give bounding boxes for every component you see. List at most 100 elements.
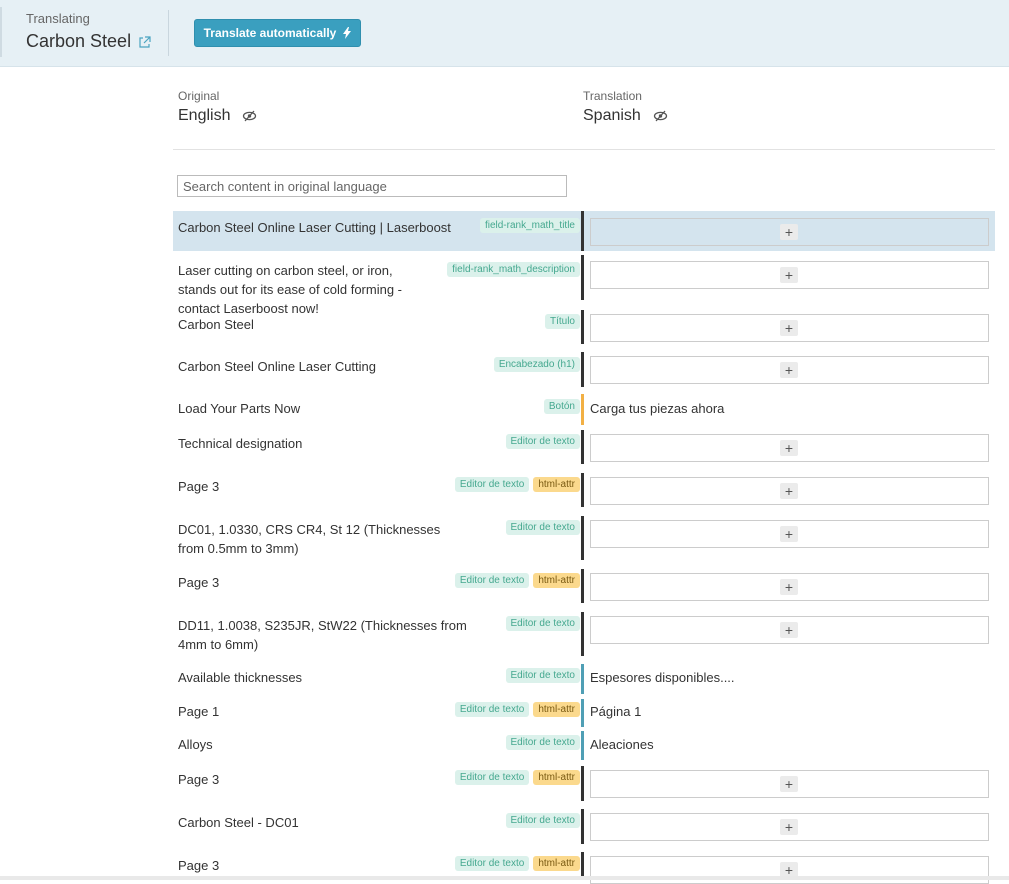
source-text: Page 3 xyxy=(178,575,220,590)
translation-status-bar xyxy=(581,310,584,344)
translation-field[interactable]: + xyxy=(590,477,989,505)
translation-field[interactable]: + xyxy=(590,520,989,548)
field-type-badge: Editor de texto xyxy=(505,434,580,449)
add-translation-button[interactable]: + xyxy=(780,579,798,595)
source-text: Alloys xyxy=(178,737,213,752)
string-row[interactable]: Page 3 Editor de texto html-attr + xyxy=(173,852,995,884)
source-text: Technical designation xyxy=(178,436,303,451)
header-divider-line xyxy=(173,149,995,150)
field-type-badge: field-rank_math_description xyxy=(447,262,580,277)
field-type-badge: Editor de texto xyxy=(505,520,580,535)
translation-field[interactable]: + xyxy=(590,314,989,342)
translation-status-bar xyxy=(581,766,584,801)
source-cell: Laser cutting on carbon steel, or iron, … xyxy=(178,255,580,316)
translation-field[interactable]: + xyxy=(590,261,989,289)
translation-field[interactable]: + xyxy=(590,356,989,384)
eye-slash-icon[interactable] xyxy=(242,110,257,122)
field-type-badge: Editor de texto xyxy=(454,856,530,871)
string-row[interactable]: Carbon Steel Online Laser Cutting Encabez… xyxy=(173,352,995,387)
add-translation-button[interactable]: + xyxy=(780,819,798,835)
external-link-icon[interactable] xyxy=(138,36,151,49)
string-row[interactable]: Available thicknesses Editor de texto Espe… xyxy=(173,664,995,694)
string-row[interactable]: DD11, 1.0038, S235JR, StW22 (Thicknesses… xyxy=(173,612,995,656)
source-cell: Page 1 Editor de texto html-attr xyxy=(178,699,580,727)
field-tags: Editor de texto xyxy=(505,616,580,631)
string-row[interactable]: Page 3 Editor de texto html-attr + xyxy=(173,473,995,507)
source-text: DC01, 1.0330, CRS CR4, St 12 (Thicknesse… xyxy=(178,522,441,556)
source-cell: Carbon Steel Online Laser Cutting | Lase… xyxy=(178,211,580,251)
original-language-header: Original English xyxy=(178,89,257,125)
source-cell: Load Your Parts Now Botón xyxy=(178,394,580,425)
source-text: Carbon Steel Online Laser Cutting xyxy=(178,359,377,374)
string-row[interactable]: Page 3 Editor de texto html-attr + xyxy=(173,569,995,603)
translation-language-header: Translation Spanish xyxy=(583,89,668,125)
field-tags: Título xyxy=(544,314,580,329)
source-text: Carbon Steel Online Laser Cutting | Lase… xyxy=(178,220,451,235)
page-title-text: Carbon Steel xyxy=(26,31,132,51)
add-translation-button[interactable]: + xyxy=(780,622,798,638)
translation-field[interactable]: + xyxy=(590,770,989,798)
translation-status-bar xyxy=(581,211,584,251)
html-attr-badge: html-attr xyxy=(533,573,580,588)
string-row[interactable]: Carbon Steel - DC01 Editor de texto + xyxy=(173,809,995,844)
string-row[interactable]: Page 1 Editor de texto html-attr Página 1 xyxy=(173,699,995,727)
translation-text[interactable]: Carga tus piezas ahora xyxy=(590,399,724,418)
html-attr-badge: html-attr xyxy=(533,702,580,717)
translation-field[interactable]: + xyxy=(590,813,989,841)
source-text: Page 3 xyxy=(178,858,220,873)
translation-status-bar xyxy=(581,699,584,727)
field-type-badge: Editor de texto xyxy=(505,813,580,828)
source-cell: Page 3 Editor de texto html-attr xyxy=(178,473,580,507)
string-row[interactable]: Page 3 Editor de texto html-attr + xyxy=(173,766,995,801)
add-translation-button[interactable]: + xyxy=(780,267,798,283)
source-text: Available thicknesses xyxy=(178,670,303,685)
add-translation-button[interactable]: + xyxy=(780,362,798,378)
eye-slash-icon[interactable] xyxy=(653,110,668,122)
add-translation-button[interactable]: + xyxy=(780,526,798,542)
add-translation-button[interactable]: + xyxy=(780,776,798,792)
translation-status-bar xyxy=(581,255,584,300)
source-cell: Alloys Editor de texto xyxy=(178,731,580,760)
translation-status-bar xyxy=(581,430,584,464)
add-translation-button[interactable]: + xyxy=(780,224,798,240)
string-row[interactable]: Laser cutting on carbon steel, or iron, … xyxy=(173,255,995,316)
source-cell: Page 3 Editor de texto html-attr xyxy=(178,766,580,801)
page-title[interactable]: Carbon Steel xyxy=(26,31,151,52)
field-type-badge: Título xyxy=(544,314,580,329)
string-row[interactable]: Load Your Parts Now Botón Carga tus piezas… xyxy=(173,394,995,425)
source-cell: Carbon Steel Online Laser Cutting Encabez… xyxy=(178,352,580,387)
translate-automatically-label: Translate automatically xyxy=(203,26,337,40)
translation-field[interactable]: + xyxy=(590,434,989,462)
field-type-badge: Botón xyxy=(543,399,580,414)
field-tags: Editor de texto xyxy=(505,735,580,750)
field-type-badge: field-rank_math_title xyxy=(479,218,580,233)
translation-status-bar xyxy=(581,569,584,603)
translation-field[interactable]: + xyxy=(590,573,989,601)
translation-text[interactable]: Aleaciones xyxy=(590,735,654,754)
add-translation-button[interactable]: + xyxy=(780,440,798,456)
string-row[interactable]: DC01, 1.0330, CRS CR4, St 12 (Thicknesse… xyxy=(173,516,995,560)
field-tags: Editor de texto xyxy=(505,434,580,449)
translate-automatically-button[interactable]: Translate automatically xyxy=(194,19,361,47)
translation-status-bar xyxy=(581,664,584,694)
field-type-badge: Editor de texto xyxy=(454,573,530,588)
string-row[interactable]: Carbon Steel Online Laser Cutting | Lase… xyxy=(173,211,995,251)
translation-text[interactable]: Página 1 xyxy=(590,702,641,721)
translation-field[interactable]: + xyxy=(590,218,989,246)
source-cell: Page 3 Editor de texto html-attr xyxy=(178,569,580,603)
source-cell: Technical designation Editor de texto xyxy=(178,430,580,464)
add-translation-button[interactable]: + xyxy=(780,320,798,336)
translation-status-bar xyxy=(581,612,584,656)
string-row[interactable]: Carbon Steel Título + xyxy=(173,310,995,344)
field-tags: Editor de texto html-attr xyxy=(454,856,580,871)
field-type-badge: Encabezado (h1) xyxy=(493,357,580,372)
translation-field[interactable]: + xyxy=(590,616,989,644)
add-translation-button[interactable]: + xyxy=(780,483,798,499)
search-input[interactable] xyxy=(177,175,567,197)
translation-text[interactable]: Espesores disponibles.... xyxy=(590,668,735,687)
source-text: Page 1 xyxy=(178,704,220,719)
html-attr-badge: html-attr xyxy=(533,477,580,492)
string-row[interactable]: Technical designation Editor de texto + xyxy=(173,430,995,464)
string-row[interactable]: Alloys Editor de texto Aleaciones xyxy=(173,731,995,760)
translation-status-bar xyxy=(581,852,584,878)
